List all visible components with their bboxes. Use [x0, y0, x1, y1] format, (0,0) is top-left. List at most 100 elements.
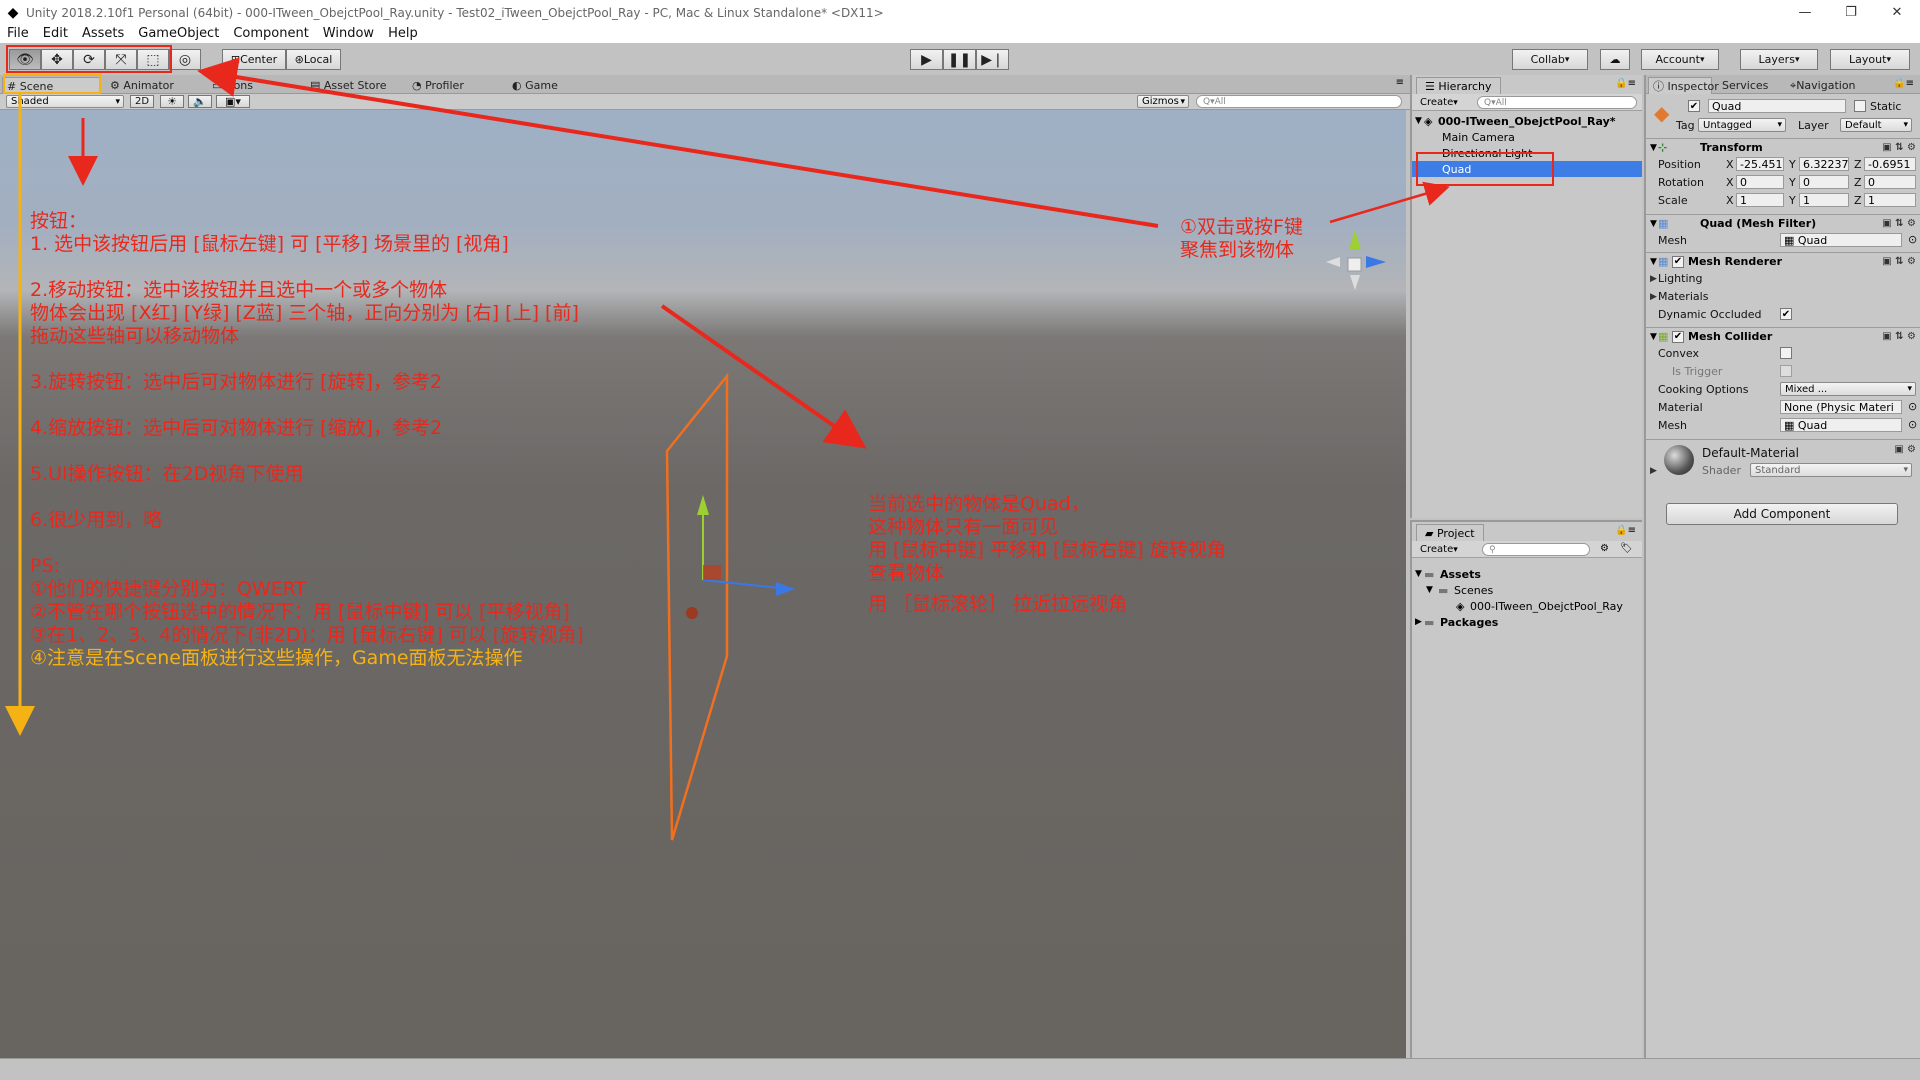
project-folder-scenes[interactable]: ▼ ▬ Scenes: [1412, 582, 1642, 598]
hierarchy-item-main-camera[interactable]: Main Camera: [1412, 129, 1642, 145]
close-button[interactable]: ✕: [1874, 0, 1920, 25]
transform-tool-icon[interactable]: ◎: [169, 49, 201, 70]
filter-type-icon[interactable]: ⚙: [1600, 543, 1609, 554]
project-create-button[interactable]: Create: [1416, 543, 1462, 556]
pivot-local-button[interactable]: ⊛ Local: [286, 49, 341, 70]
material-settings-icon[interactable]: ▣ ⚙: [1894, 444, 1916, 455]
panel-lock-icon[interactable]: 🔒≡: [1615, 78, 1636, 89]
hierarchy-search-input[interactable]: Q▾All: [1477, 96, 1637, 109]
project-folder-assets[interactable]: ▼ ▬ Assets: [1412, 566, 1642, 582]
audio-toggle-icon[interactable]: 🔈: [188, 95, 212, 108]
mode-2d-toggle[interactable]: 2D: [130, 95, 154, 108]
hierarchy-scene-row[interactable]: ▼ ◈ 000-ITween_ObejctPool_Ray*: [1412, 113, 1642, 129]
menu-gameobject[interactable]: GameObject: [131, 26, 226, 41]
scene-foldout-icon[interactable]: ▼: [1412, 116, 1424, 126]
y-axis-arrow[interactable]: [697, 495, 709, 515]
mesh-filter-foldout-icon[interactable]: ▼: [1646, 219, 1658, 229]
rotation-y-field[interactable]: 0: [1799, 175, 1849, 189]
hierarchy-item-quad[interactable]: Quad: [1412, 161, 1642, 177]
tab-profiler[interactable]: ◔ Profiler: [408, 77, 478, 94]
mesh-collider-header[interactable]: ▼ ▦ ✔ Mesh Collider ▣ ⇅ ⚙: [1646, 327, 1920, 345]
packages-foldout-icon[interactable]: ▶: [1412, 617, 1424, 627]
hierarchy-create-button[interactable]: Create: [1416, 96, 1462, 109]
x-axis-handle[interactable]: [702, 579, 781, 589]
cloud-icon[interactable]: ☁: [1600, 49, 1630, 70]
step-button[interactable]: ▶❘: [976, 49, 1009, 70]
pivot-center-button[interactable]: ⊞ Center: [222, 49, 286, 70]
object-picker-icon[interactable]: ⊙: [1908, 400, 1917, 413]
layout-dropdown[interactable]: Layout: [1830, 49, 1910, 70]
menu-assets[interactable]: Assets: [75, 26, 131, 41]
scale-tool-icon[interactable]: ⤧: [105, 49, 137, 70]
tab-hierarchy[interactable]: ☰ Hierarchy: [1416, 77, 1501, 94]
convex-checkbox[interactable]: [1780, 347, 1792, 359]
scene-orientation-gizmo[interactable]: [1326, 230, 1386, 290]
mesh-renderer-foldout-icon[interactable]: ▼: [1646, 257, 1658, 267]
tab-navigation[interactable]: ⌖ Navigation: [1786, 77, 1868, 94]
material-foldout-icon[interactable]: ▶: [1650, 466, 1657, 476]
static-checkbox[interactable]: [1854, 100, 1866, 112]
collider-material-field[interactable]: None (Physic Materi: [1780, 400, 1902, 414]
plane-handle[interactable]: [703, 565, 721, 580]
collab-button[interactable]: Collab: [1512, 49, 1588, 70]
assets-foldout-icon[interactable]: ▼: [1412, 569, 1424, 579]
layers-dropdown[interactable]: Layers: [1740, 49, 1818, 70]
scenes-foldout-icon[interactable]: ▼: [1426, 585, 1438, 595]
layer-select[interactable]: Default: [1840, 118, 1912, 132]
effects-dropdown-icon[interactable]: ▣▾: [216, 95, 250, 108]
x-axis-arrow[interactable]: [776, 582, 795, 596]
tab-scene[interactable]: # Scene: [2, 77, 100, 94]
object-name-field[interactable]: Quad: [1708, 99, 1846, 113]
menu-help[interactable]: Help: [381, 26, 425, 41]
panel-menu-icon[interactable]: ≡: [1396, 77, 1404, 88]
tab-animator[interactable]: ⚙ Animator: [106, 77, 186, 94]
object-picker-icon[interactable]: ⊙: [1908, 233, 1917, 246]
tab-game[interactable]: ◐ Game: [508, 77, 568, 94]
tab-asset-store[interactable]: ▤ Asset Store: [306, 77, 392, 94]
mesh-filter-mesh-field[interactable]: ▦ Quad: [1780, 233, 1902, 247]
move-tool-icon[interactable]: ✥: [41, 49, 73, 70]
tab-project[interactable]: ▰ Project: [1416, 524, 1484, 541]
position-x-field[interactable]: -25.451: [1736, 157, 1784, 171]
menu-component[interactable]: Component: [226, 26, 315, 41]
transform-header[interactable]: ▼ ⊹ Transform ▣ ⇅ ⚙: [1646, 138, 1920, 156]
dynamic-occluded-checkbox[interactable]: ✔: [1780, 308, 1792, 320]
shader-select[interactable]: Standard: [1750, 463, 1912, 477]
maximize-button[interactable]: ❐: [1828, 0, 1874, 25]
lighting-foldout-icon[interactable]: ▶: [1650, 274, 1657, 284]
scale-x-field[interactable]: 1: [1736, 193, 1784, 207]
component-settings-icon[interactable]: ▣ ⇅ ⚙: [1882, 256, 1916, 267]
minimize-button[interactable]: —: [1782, 0, 1828, 25]
shading-mode-select[interactable]: Shaded: [6, 95, 124, 108]
z-axis-handle[interactable]: [686, 607, 698, 619]
tag-select[interactable]: Untagged: [1698, 118, 1786, 132]
project-lock-icon[interactable]: 🔒≡: [1615, 525, 1636, 536]
position-y-field[interactable]: 6.32237: [1799, 157, 1849, 171]
lighting-toggle-icon[interactable]: ☀: [160, 95, 184, 108]
scale-z-field[interactable]: 1: [1864, 193, 1916, 207]
mesh-renderer-header[interactable]: ▼ ▦ ✔ Mesh Renderer ▣ ⇅ ⚙: [1646, 252, 1920, 270]
rotation-x-field[interactable]: 0: [1736, 175, 1784, 189]
filter-label-icon[interactable]: 🏷: [1620, 543, 1633, 554]
scene-search-input[interactable]: Q▾All: [1196, 95, 1402, 108]
active-checkbox[interactable]: ✔: [1688, 100, 1700, 112]
mesh-collider-enabled-checkbox[interactable]: ✔: [1672, 330, 1684, 343]
tab-console[interactable]: ▭ Cons: [208, 77, 258, 94]
view-tool-eye-icon[interactable]: 👁: [9, 49, 41, 70]
mesh-filter-header[interactable]: ▼ ▦ Quad (Mesh Filter) ▣ ⇅ ⚙: [1646, 214, 1920, 232]
project-search-input[interactable]: ⚲: [1482, 543, 1590, 556]
component-settings-icon[interactable]: ▣ ⇅ ⚙: [1882, 142, 1916, 153]
inspector-lock-icon[interactable]: 🔒≡: [1893, 78, 1914, 89]
add-component-button[interactable]: Add Component: [1666, 503, 1898, 525]
hierarchy-item-directional-light[interactable]: Directional Light: [1412, 145, 1642, 161]
materials-foldout[interactable]: Materials: [1658, 290, 1708, 303]
position-z-field[interactable]: -0.6951: [1864, 157, 1916, 171]
materials-foldout-icon[interactable]: ▶: [1650, 292, 1657, 302]
mesh-collider-foldout-icon[interactable]: ▼: [1646, 332, 1658, 342]
gizmos-dropdown[interactable]: Gizmos: [1137, 95, 1189, 108]
rotation-z-field[interactable]: 0: [1864, 175, 1916, 189]
quad-outline[interactable]: [665, 372, 729, 841]
tab-inspector[interactable]: ⓘ Inspector: [1648, 77, 1719, 94]
menu-file[interactable]: File: [0, 26, 36, 41]
menu-edit[interactable]: Edit: [36, 26, 75, 41]
